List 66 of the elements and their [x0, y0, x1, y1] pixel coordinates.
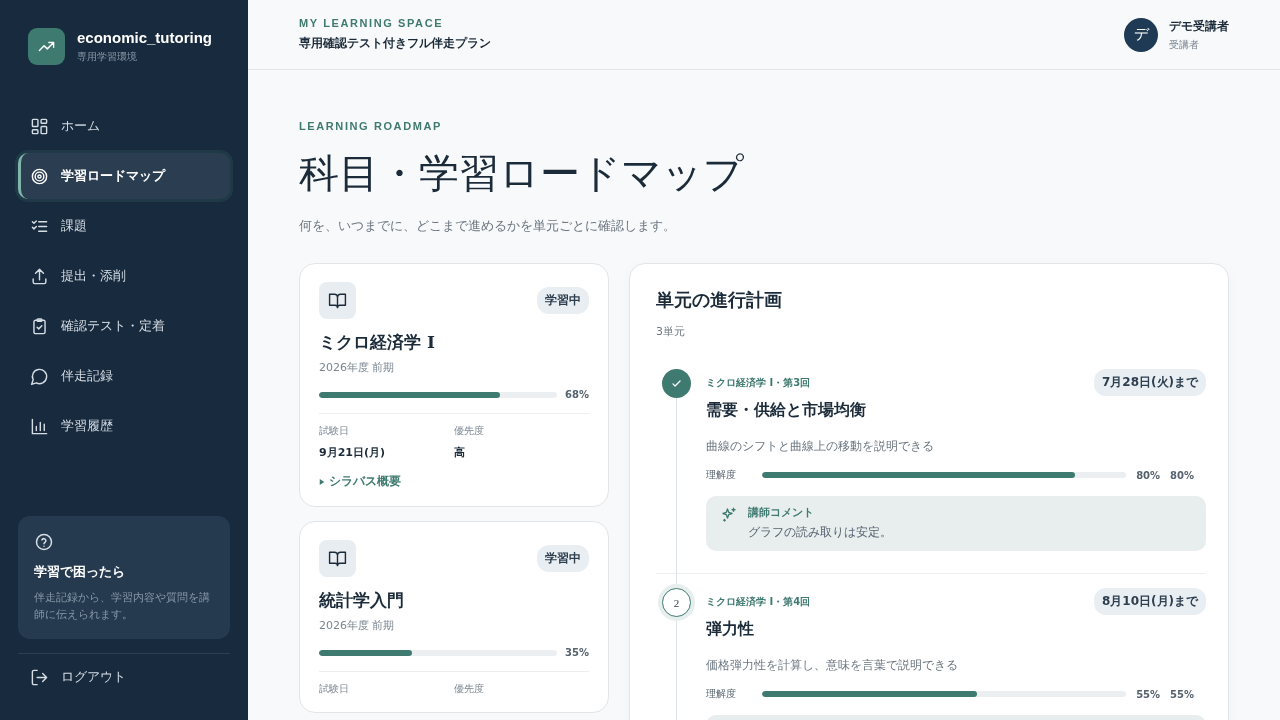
status-badge: 学習中	[537, 545, 589, 572]
meter-label: 理解度	[706, 468, 737, 482]
book-icon	[319, 540, 356, 577]
unit-title: 需要・供給と市場均衡	[706, 400, 867, 421]
brand-subtitle: 専用学習環境	[77, 50, 138, 64]
exam-label: 試験日	[319, 424, 350, 438]
grid-icon	[30, 116, 49, 136]
clipboard-check-icon	[30, 316, 49, 336]
meter-reading: 55%	[1170, 688, 1194, 700]
upload-icon	[30, 266, 49, 286]
comment-label: 講師コメント	[748, 506, 815, 520]
unit-course: ミクロ経済学 I・第3回	[706, 375, 811, 390]
unit-goal: 曲線のシフトと曲線上の移動を説明できる	[706, 439, 935, 454]
exam-label: 試験日	[319, 682, 350, 696]
page-description: 何を、いつまでに、どこまで進めるかを単元ごとに確認します。	[299, 217, 677, 235]
unit-count: 3単元	[656, 324, 686, 339]
meter-reading: 80%	[1136, 469, 1161, 481]
header-eyebrow: MY LEARNING SPACE	[299, 17, 445, 29]
priority-label: 優先度	[454, 424, 485, 438]
book-icon	[319, 282, 356, 319]
unit-title: 弾力性	[706, 619, 755, 640]
comment-text: グラフの読み取りは安定。	[748, 524, 892, 541]
unit-goal: 価格弾力性を計算し、意味を言葉で説明できる	[706, 658, 959, 673]
user-role: 受講者	[1169, 37, 1200, 52]
brand-name: economic_tutoring	[77, 29, 212, 46]
nav-item[interactable]: ホーム	[18, 103, 230, 149]
question-circle-icon	[34, 532, 54, 553]
status-badge: 学習中	[537, 287, 589, 314]
logout-icon	[30, 667, 49, 687]
trend-up-icon	[28, 28, 65, 65]
user-name: デモ受講者	[1169, 17, 1229, 35]
due-badge: 8月10日(月)まで	[1093, 588, 1206, 615]
bar-chart-icon	[30, 416, 49, 436]
nav-item[interactable]: 確認テスト・定着	[18, 303, 230, 349]
progress-percent: 68%	[565, 389, 589, 400]
unit-course: ミクロ経済学 I・第4回	[706, 594, 811, 609]
chat-bubble-icon	[30, 366, 49, 386]
nav-item[interactable]: 学習履歴	[18, 403, 230, 449]
nav-item[interactable]: 伴走記録	[18, 353, 230, 399]
plan-title: 単元の進行計画	[656, 288, 783, 312]
due-badge: 7月28日(火)まで	[1093, 369, 1206, 396]
avatar: デ	[1124, 17, 1158, 52]
progress-percent: 35%	[565, 647, 589, 658]
priority-label: 優先度	[454, 682, 485, 696]
target-icon	[30, 166, 49, 186]
nav-item[interactable]: 提出・添削	[18, 253, 230, 299]
help-text: 伴走記録から、学習内容や質問を講師に伝えられます。	[34, 590, 211, 623]
nav-item[interactable]: 学習ロードマップ	[18, 153, 230, 199]
subject-term: 2026年度 前期	[319, 360, 396, 375]
meter-reading: 80%	[1170, 469, 1194, 481]
syllabus-toggle[interactable]: シラバス概要	[319, 473, 589, 490]
priority-value: 高	[454, 445, 466, 460]
meter-reading: 55%	[1136, 688, 1161, 700]
page-eyebrow: LEARNING ROADMAP	[299, 120, 443, 132]
sparkle-icon	[720, 506, 738, 524]
help-title: 学習で困ったら	[34, 564, 126, 582]
meter-label: 理解度	[706, 687, 737, 701]
exam-date: 9月21日(月)	[319, 445, 387, 460]
plan-name: 専用確認テスト付きフル伴走プラン	[299, 35, 491, 52]
subject-name: ミクロ経済学 I	[319, 331, 436, 354]
subject-name: 統計学入門	[319, 589, 405, 612]
page-title: 科目・学習ロードマップ	[299, 149, 745, 198]
triangle-icon	[319, 478, 325, 485]
nav-item[interactable]: 課題	[18, 203, 230, 249]
subject-term: 2026年度 前期	[319, 618, 396, 633]
logout-link[interactable]: ログアウト	[18, 654, 230, 700]
